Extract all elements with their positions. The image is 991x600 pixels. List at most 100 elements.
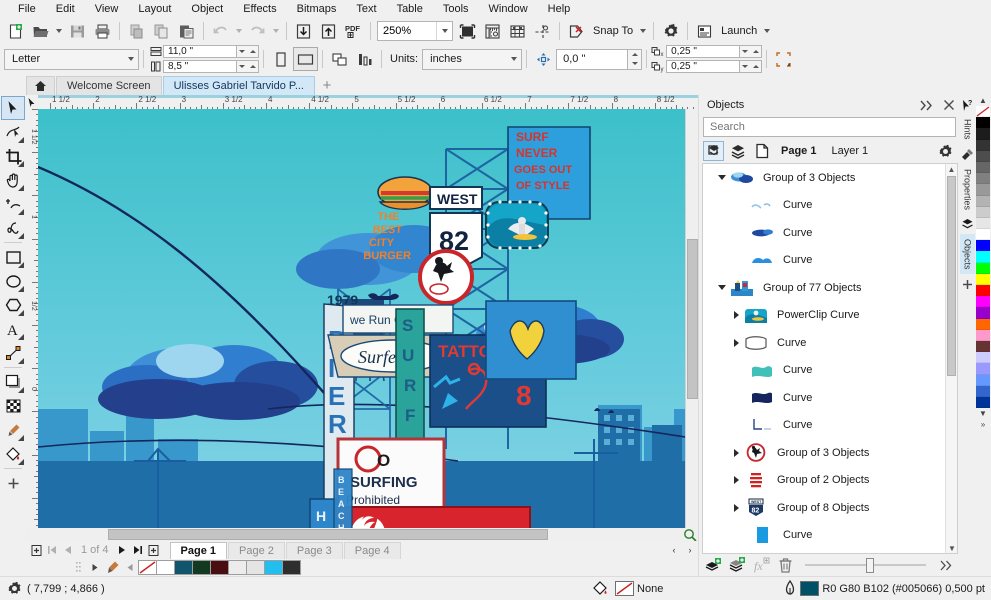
- menu-effects[interactable]: Effects: [233, 0, 286, 18]
- drawing-viewport[interactable]: THE BEST CITY BURGER SURF NEVER GOES OUT: [38, 109, 698, 528]
- horizontal-scrollbar[interactable]: [26, 528, 698, 541]
- object-row-rectangle[interactable]: Rectangle: [703, 549, 945, 554]
- publish-pdf-icon[interactable]: PDF: [341, 19, 366, 43]
- show-grid-icon[interactable]: [505, 19, 530, 43]
- expand-toggle-icon[interactable]: [729, 311, 743, 319]
- doc-swatch-white[interactable]: [156, 560, 175, 575]
- docker-options-gear-icon[interactable]: [935, 141, 956, 161]
- side-tab-objects[interactable]: Objects: [960, 234, 975, 275]
- page-tab-2[interactable]: Page 2: [228, 542, 285, 559]
- palette-swatch-21[interactable]: [976, 352, 990, 363]
- outline-color-swatch[interactable]: [800, 581, 819, 596]
- side-tab-hints[interactable]: Hints: [960, 114, 975, 145]
- palette-swatch-5[interactable]: [976, 173, 990, 184]
- menu-edit[interactable]: Edit: [46, 0, 85, 18]
- paste-icon[interactable]: [174, 19, 199, 43]
- docker-expand-icon[interactable]: [936, 556, 956, 575]
- transparency-tool[interactable]: [1, 394, 25, 418]
- fill-color-swatch[interactable]: [615, 581, 634, 596]
- palette-expand-icon[interactable]: »: [981, 419, 985, 430]
- launch-dropdown[interactable]: [761, 19, 773, 43]
- palette-swatch-25[interactable]: [976, 397, 990, 408]
- duplicate-y-spinners[interactable]: [740, 60, 762, 73]
- palette-expand-icon[interactable]: [86, 560, 102, 576]
- object-row-red-text[interactable]: Group of 2 Objects: [703, 467, 945, 495]
- menu-text[interactable]: Text: [346, 0, 386, 18]
- scroll-up-icon[interactable]: ▲: [946, 164, 957, 174]
- crop-tool[interactable]: [1, 144, 25, 168]
- menu-layout[interactable]: Layout: [128, 0, 181, 18]
- object-row-powerclip[interactable]: PowerClip Curve: [703, 302, 945, 330]
- first-page-icon[interactable]: [44, 542, 60, 558]
- page-tab-3[interactable]: Page 3: [286, 542, 343, 559]
- object-row-west-82[interactable]: WEST82 Group of 8 Objects: [703, 494, 945, 522]
- polygon-tool[interactable]: [1, 293, 25, 317]
- tab-welcome-screen[interactable]: Welcome Screen: [56, 76, 162, 95]
- vertical-ruler[interactable]: 1 1/211/20: [26, 109, 38, 528]
- open-icon[interactable]: [28, 19, 53, 43]
- page-width-field[interactable]: 11,0 ": [163, 45, 237, 58]
- palette-no-color-swatch[interactable]: [976, 106, 990, 117]
- palette-swatch-10[interactable]: [976, 229, 990, 240]
- duplicate-x-spinners[interactable]: [740, 45, 762, 58]
- page-scroll-left-icon[interactable]: ‹: [666, 542, 682, 558]
- palette-swatch-13[interactable]: [976, 263, 990, 274]
- page-scroll-right-icon[interactable]: ›: [682, 542, 698, 558]
- object-row-curve-3[interactable]: Curve: [703, 247, 945, 275]
- object-list[interactable]: Group of 3 Objects Curve: [702, 163, 958, 554]
- tab-document[interactable]: Ulisses Gabriel Tarvido P...: [163, 76, 315, 95]
- interactive-fill-tool[interactable]: [1, 442, 25, 466]
- palette-swatch-9[interactable]: [976, 218, 990, 229]
- object-row-curve-1[interactable]: Curve: [703, 192, 945, 220]
- status-options-gear-icon[interactable]: [6, 580, 23, 597]
- page-icon[interactable]: [751, 141, 772, 161]
- import-icon[interactable]: [291, 19, 316, 43]
- pan-hand-tool[interactable]: [1, 168, 25, 192]
- palette-scroll-down-icon[interactable]: ▼: [979, 408, 987, 419]
- ruler-origin-icon[interactable]: [26, 95, 38, 109]
- palette-swatch-2[interactable]: [976, 140, 990, 151]
- object-manager-view-icon[interactable]: [703, 141, 724, 161]
- palette-swatch-16[interactable]: [976, 296, 990, 307]
- undo-icon[interactable]: [208, 19, 233, 43]
- menu-bitmaps[interactable]: Bitmaps: [287, 0, 347, 18]
- add-page-after-icon[interactable]: [146, 542, 162, 558]
- palette-prev-icon[interactable]: [122, 560, 138, 576]
- palette-swatch-4[interactable]: [976, 162, 990, 173]
- menu-window[interactable]: Window: [479, 0, 538, 18]
- objects-icon[interactable]: [961, 215, 974, 234]
- show-rulers-icon[interactable]: [480, 19, 505, 43]
- doc-swatch-cyan[interactable]: [264, 560, 283, 575]
- duplicate-y-field[interactable]: 0,25 ": [666, 60, 740, 73]
- save-icon[interactable]: [65, 19, 90, 43]
- launch-icon[interactable]: [692, 19, 717, 43]
- color-eyedropper-tool[interactable]: [1, 418, 25, 442]
- page-preset-select[interactable]: Letter: [4, 49, 139, 70]
- add-tab-button[interactable]: +: [316, 76, 338, 95]
- open-dropdown[interactable]: [53, 19, 65, 43]
- last-page-icon[interactable]: [130, 542, 146, 558]
- no-color-swatch[interactable]: [138, 560, 157, 575]
- fill-status[interactable]: None: [592, 580, 663, 597]
- doc-swatch-darkred[interactable]: [210, 560, 229, 575]
- edit-page-border-icon[interactable]: [771, 47, 796, 71]
- quick-customize-button[interactable]: [1, 471, 25, 495]
- home-tab[interactable]: [26, 76, 55, 95]
- new-master-layer-icon[interactable]: [727, 556, 747, 575]
- palette-grip[interactable]: [76, 561, 86, 574]
- expand-toggle-icon[interactable]: [729, 449, 743, 457]
- outline-status[interactable]: R0 G80 B102 (#005066) 0,500 pt: [783, 580, 985, 598]
- nudge-distance-field[interactable]: 0,0 ": [556, 49, 628, 70]
- palette-swatch-8[interactable]: [976, 207, 990, 218]
- text-tool[interactable]: A: [1, 317, 25, 341]
- snap-to-dropdown[interactable]: [637, 19, 649, 43]
- next-page-icon[interactable]: [114, 542, 130, 558]
- snap-to-label[interactable]: Snap To: [589, 25, 637, 37]
- object-row-curve-cyan[interactable]: Curve: [703, 522, 945, 550]
- page-height-spinners[interactable]: [237, 60, 259, 73]
- palette-swatch-19[interactable]: [976, 330, 990, 341]
- doc-swatch-lightgray[interactable]: [228, 560, 247, 575]
- object-row-curve-teal[interactable]: Curve: [703, 357, 945, 385]
- palette-swatch-0[interactable]: [976, 117, 990, 128]
- menu-help[interactable]: Help: [538, 0, 581, 18]
